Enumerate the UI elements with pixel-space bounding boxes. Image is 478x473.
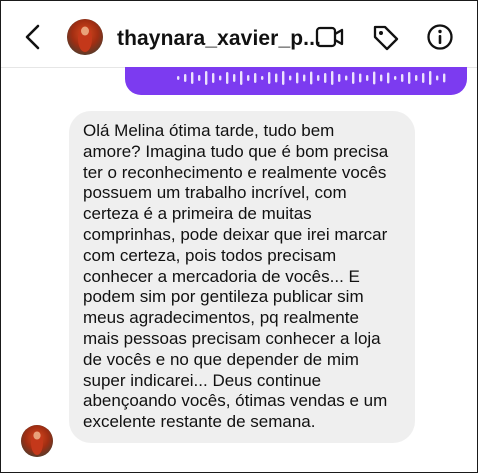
avatar-image xyxy=(67,19,103,55)
waveform-bar xyxy=(282,71,285,85)
message-line: de vocês e no que depender de mim xyxy=(83,349,359,369)
waveform-bar xyxy=(184,74,187,82)
message-line: excelente restante de semana. xyxy=(83,412,316,432)
message-line: amore? Imagina tudo que é bom precisa xyxy=(83,141,389,161)
waveform-bar xyxy=(205,71,208,85)
header-avatar[interactable] xyxy=(67,19,103,55)
message-line: abençoando vocês, ótimas vendas e um xyxy=(83,391,388,411)
waveform-bar xyxy=(268,72,271,84)
waveform-bar xyxy=(191,72,194,84)
waveform-bar xyxy=(359,73,362,83)
sent-voice-message[interactable] xyxy=(125,67,467,95)
info-icon xyxy=(427,24,453,50)
waveform-bar xyxy=(303,74,306,82)
message-line: comprinhas, pode deixar que irei marcar xyxy=(83,224,388,244)
chat-header: thaynara_xavier_p... xyxy=(1,1,477,68)
tag-button[interactable] xyxy=(371,23,401,51)
waveform-bar xyxy=(226,72,229,84)
waveform-bar xyxy=(366,75,369,81)
waveform-bar xyxy=(233,74,236,82)
waveform-bar xyxy=(240,71,243,85)
waveform-bar xyxy=(338,74,341,82)
waveform-bar xyxy=(373,71,376,85)
waveform-bar xyxy=(261,76,264,80)
dm-thread-window: thaynara_xavier_p... Olá Melina ótima ta… xyxy=(0,0,478,473)
waveform-bar xyxy=(345,75,348,81)
waveform-bar xyxy=(324,73,327,83)
waveform-bar xyxy=(296,72,299,84)
waveform-bar xyxy=(352,72,355,84)
message-line: ter o reconhecimento e realmente vocês xyxy=(83,162,387,182)
video-call-button[interactable] xyxy=(315,23,345,51)
waveform-bar xyxy=(387,72,390,84)
waveform-bar xyxy=(289,75,292,81)
waveform-bar xyxy=(331,71,334,85)
message-line: com certeza, pois todos precisam xyxy=(83,245,337,265)
audio-waveform xyxy=(177,71,446,85)
waveform-bar xyxy=(436,75,439,81)
message-line: mais pessoas precisam conhecer a loja xyxy=(83,328,381,348)
sender-avatar[interactable] xyxy=(21,425,53,457)
waveform-bar xyxy=(310,71,313,85)
waveform-bar xyxy=(422,73,425,83)
waveform-bar xyxy=(212,73,215,83)
message-line: possuem um trabalho incrível, com xyxy=(83,183,347,203)
waveform-bar xyxy=(443,73,446,83)
message-line: podem sim por gentileza publicar sim xyxy=(83,287,364,307)
back-button[interactable] xyxy=(21,23,45,51)
chevron-left-icon xyxy=(25,24,40,50)
message-line: meus agradecimentos, pq realmente xyxy=(83,308,359,328)
message-text: Olá Melina ótima tarde, tudo bem amore? I… xyxy=(83,121,415,433)
video-camera-icon xyxy=(315,26,344,48)
waveform-bar xyxy=(401,74,404,82)
waveform-bar xyxy=(198,75,201,81)
waveform-bar xyxy=(254,73,257,83)
waveform-bar xyxy=(415,75,418,81)
waveform-bar xyxy=(408,72,411,84)
message-line: certeza é a primeira de muitas xyxy=(83,204,312,224)
avatar-image xyxy=(21,425,53,457)
waveform-bar xyxy=(317,75,320,81)
incoming-message-bubble[interactable]: Olá Melina ótima tarde, tudo bem amore? I… xyxy=(69,111,415,443)
waveform-bar xyxy=(275,73,278,83)
waveform-bar xyxy=(429,71,432,85)
waveform-bar xyxy=(394,76,397,80)
waveform-bar xyxy=(177,76,180,80)
waveform-bar xyxy=(247,75,250,81)
info-button[interactable] xyxy=(425,23,455,51)
waveform-bar xyxy=(219,75,222,81)
message-line: conhecer a mercadoria de vocês... E xyxy=(83,266,360,286)
chat-username[interactable]: thaynara_xavier_p... xyxy=(117,27,321,51)
waveform-bar xyxy=(380,74,383,82)
message-line: super indicarei... Deus continue xyxy=(83,370,322,390)
tag-icon xyxy=(373,25,399,51)
message-line: Olá Melina ótima tarde, tudo bem xyxy=(83,121,335,140)
